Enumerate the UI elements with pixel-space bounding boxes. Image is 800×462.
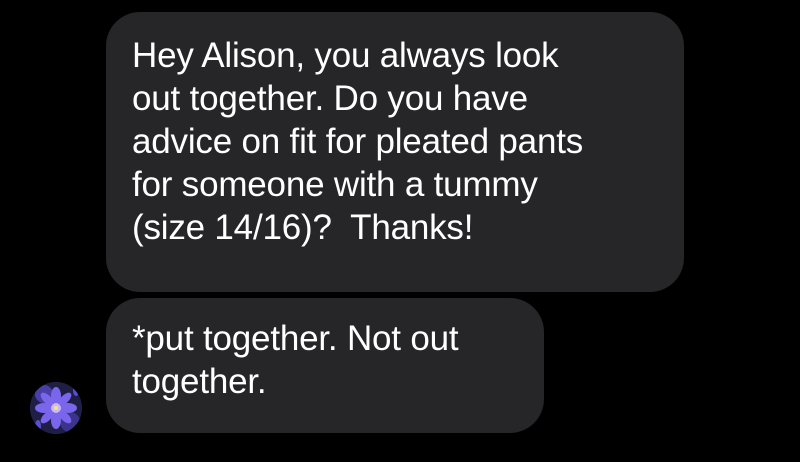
message-text-line: out together. Do you have <box>132 79 528 118</box>
message-text-line: Hey Alison, you always look <box>132 36 559 75</box>
message-text-line: (size 14/16)? Thanks! <box>132 208 474 247</box>
purple-flower-photo-icon <box>30 382 82 434</box>
message-text-line: together. <box>132 362 267 401</box>
message-text-line: advice on fit for pleated pants <box>132 122 584 161</box>
message-text-line: for someone with a tummy <box>132 165 538 204</box>
sender-avatar[interactable] <box>30 382 82 434</box>
message-thread: Hey Alison, you always look out together… <box>0 0 800 462</box>
message-bubble[interactable]: *put together. Not out together. <box>106 298 544 433</box>
message-text-line: *put together. Not out <box>132 319 459 358</box>
message-bubble[interactable]: Hey Alison, you always look out together… <box>106 12 684 292</box>
